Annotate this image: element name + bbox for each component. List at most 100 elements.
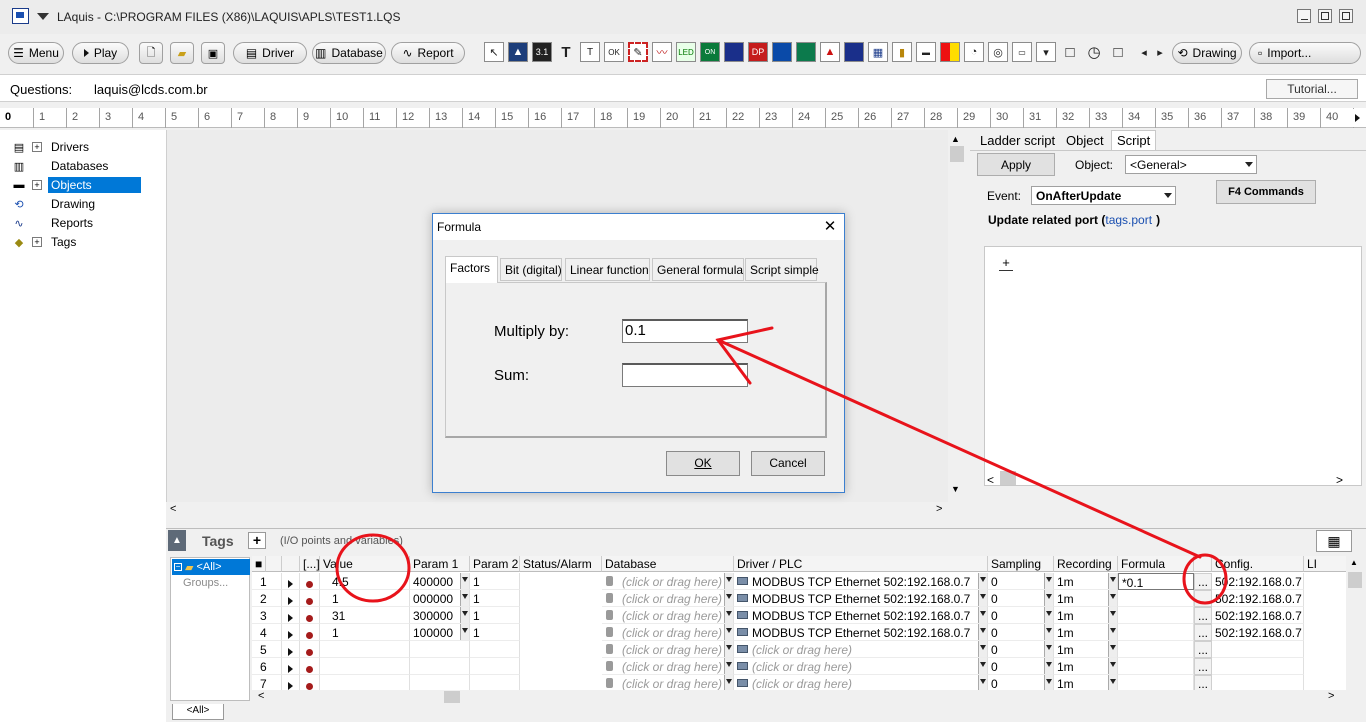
play-button[interactable]: Play [72,42,129,64]
cell-p1[interactable]: 100000 [410,624,470,641]
cell-more[interactable]: ... [1194,658,1212,675]
edit-tool-icon[interactable]: ✎ [628,42,648,62]
cell-more[interactable]: ... [1194,607,1212,624]
cell-p2[interactable]: 1 [470,573,520,590]
switch-tool-icon[interactable]: ON [700,42,720,62]
app-icon[interactable] [12,8,29,24]
cell-value[interactable]: 4.5 [320,573,410,590]
cell-p2[interactable] [470,641,520,658]
table-row[interactable]: 2 1 000000 1 (click or drag here) MODBUS TCP … [252,590,1346,607]
window-tool-icon[interactable] [844,42,864,62]
table-row[interactable]: 5 (click or drag here) (click or drag here… [252,641,1346,658]
text-tool-icon[interactable]: T [556,42,576,62]
dropdown-icon[interactable] [724,573,733,589]
expand-plus-icon[interactable]: + [999,256,1013,271]
tutorial-button[interactable]: Tutorial... [1266,79,1358,99]
cell-driver[interactable]: MODBUS TCP Ethernet 502:192.168.0.7 [734,607,988,624]
dropdown-icon[interactable] [1108,573,1117,589]
tank-tool-icon[interactable]: ▮ [892,42,912,62]
canvas-vertical-scrollbar[interactable]: ▲ ▼ [948,130,966,502]
canvas-scroll-thumb[interactable] [950,146,964,162]
dialog-tab-linear-function[interactable]: Linear function [565,258,650,281]
cell-driver[interactable]: (click or drag here) [734,658,988,675]
button-tool-icon[interactable]: OK [604,42,624,62]
cell-formula[interactable] [1118,590,1194,607]
sum-input[interactable] [622,363,748,387]
dropdown-icon[interactable] [1044,641,1053,657]
meter-tool-icon[interactable]: ◷ [1084,42,1104,62]
maximize-button[interactable] [1318,9,1332,23]
open-folder-button[interactable]: ▰ [170,42,194,64]
dropdown-icon[interactable] [1044,658,1053,674]
cell-value[interactable]: 1 [320,590,410,607]
cell-config[interactable]: 502:192.168.0.7 [1212,607,1304,624]
groups-item[interactable]: Groups... [183,577,228,589]
cell-db[interactable]: (click or drag here) [602,624,734,641]
tree-item-drawing[interactable]: ⟲ Drawing [12,195,162,213]
scroll-right-icon[interactable]: > [1328,690,1334,702]
cell-config[interactable]: 502:192.168.0.7 [1212,624,1304,641]
editor-scroll-thumb[interactable] [1000,471,1016,485]
dropdown-icon[interactable] [1108,590,1117,606]
dropdown-icon[interactable] [724,624,733,640]
alarm-tool-icon[interactable]: ▲ [820,42,840,62]
scroll-left-icon[interactable]: < [170,503,176,515]
column-header[interactable]: Formula [1118,556,1194,572]
cell-db[interactable]: (click or drag here) [602,607,734,624]
cell-recording[interactable]: 1m [1054,641,1118,658]
dropdown-icon[interactable] [460,607,469,623]
canvas-horizontal-scrollbar[interactable]: < > [166,502,948,518]
cell-formula[interactable] [1118,624,1194,641]
dropdown-icon[interactable] [978,641,987,657]
table-row[interactable]: 3 31 300000 1 (click or drag here) MODBUS TCP… [252,607,1346,624]
cell-formula[interactable] [1118,641,1194,658]
event-select[interactable]: OnAfterUpdate [1031,186,1176,205]
row-play-icon[interactable] [282,607,300,624]
scroll-down-icon[interactable]: ▼ [951,484,960,494]
cell-p1[interactable] [410,641,470,658]
cell-sampling[interactable]: 0 [988,573,1054,590]
cell-config[interactable]: 502:192.168.0.7 [1212,590,1304,607]
column-header[interactable]: Config. [1212,556,1304,572]
column-header[interactable]: Sampling [988,556,1054,572]
cell-formula[interactable]: *0.1 [1118,573,1194,590]
trend-tool-icon[interactable]: 〰 [652,42,672,62]
cell-value[interactable] [320,641,410,658]
dropdown-icon[interactable] [1044,573,1053,589]
ok-button[interactable]: OK [666,451,740,476]
dropdown-icon[interactable] [724,590,733,606]
tab-script[interactable]: Script [1111,130,1157,150]
column-header[interactable] [266,556,282,572]
cell-db[interactable]: (click or drag here) [602,658,734,675]
dial-tool-icon[interactable]: ◎ [988,42,1008,62]
add-tag-button[interactable]: + [248,532,266,549]
cell-driver[interactable]: MODBUS TCP Ethernet 502:192.168.0.7 [734,573,988,590]
dropdown-icon[interactable] [724,658,733,674]
cell-p2[interactable] [470,658,520,675]
cell-db[interactable]: (click or drag here) [602,590,734,607]
dropdown-icon[interactable] [1108,624,1117,640]
dropdown-icon[interactable] [1108,607,1117,623]
drawing-button[interactable]: ⟲ Drawing [1172,42,1242,64]
dropdown-icon[interactable] [460,573,469,589]
dialog-tab-script-simple[interactable]: Script simple [745,258,819,281]
cell-p1[interactable]: 000000 [410,590,470,607]
bottom-tab-all[interactable]: <All> [172,704,224,720]
editor-scroll-right-icon[interactable]: > [1336,473,1343,487]
dropdown-icon[interactable] [724,607,733,623]
column-header[interactable]: Param 2 [470,556,520,572]
database-button[interactable]: ▥ Database [312,42,386,64]
cell-sampling[interactable]: 0 [988,607,1054,624]
script-editor[interactable]: + [984,246,1362,486]
cell-config[interactable] [1212,658,1304,675]
dialog-tab-bit-digital[interactable]: Bit (digital) [500,258,562,281]
object-select[interactable]: <General> [1125,155,1257,174]
cell-driver[interactable]: (click or drag here) [734,641,988,658]
collapse-minus-icon[interactable]: − [174,563,182,571]
ruler-tool-icon[interactable]: ▬ [916,42,936,62]
cell-config[interactable] [1212,641,1304,658]
row-play-icon[interactable] [282,590,300,607]
tags-port-link[interactable]: tags.port [1105,213,1152,227]
panel-tool-icon[interactable] [724,42,744,62]
window-menu-caret-icon[interactable] [37,13,49,20]
